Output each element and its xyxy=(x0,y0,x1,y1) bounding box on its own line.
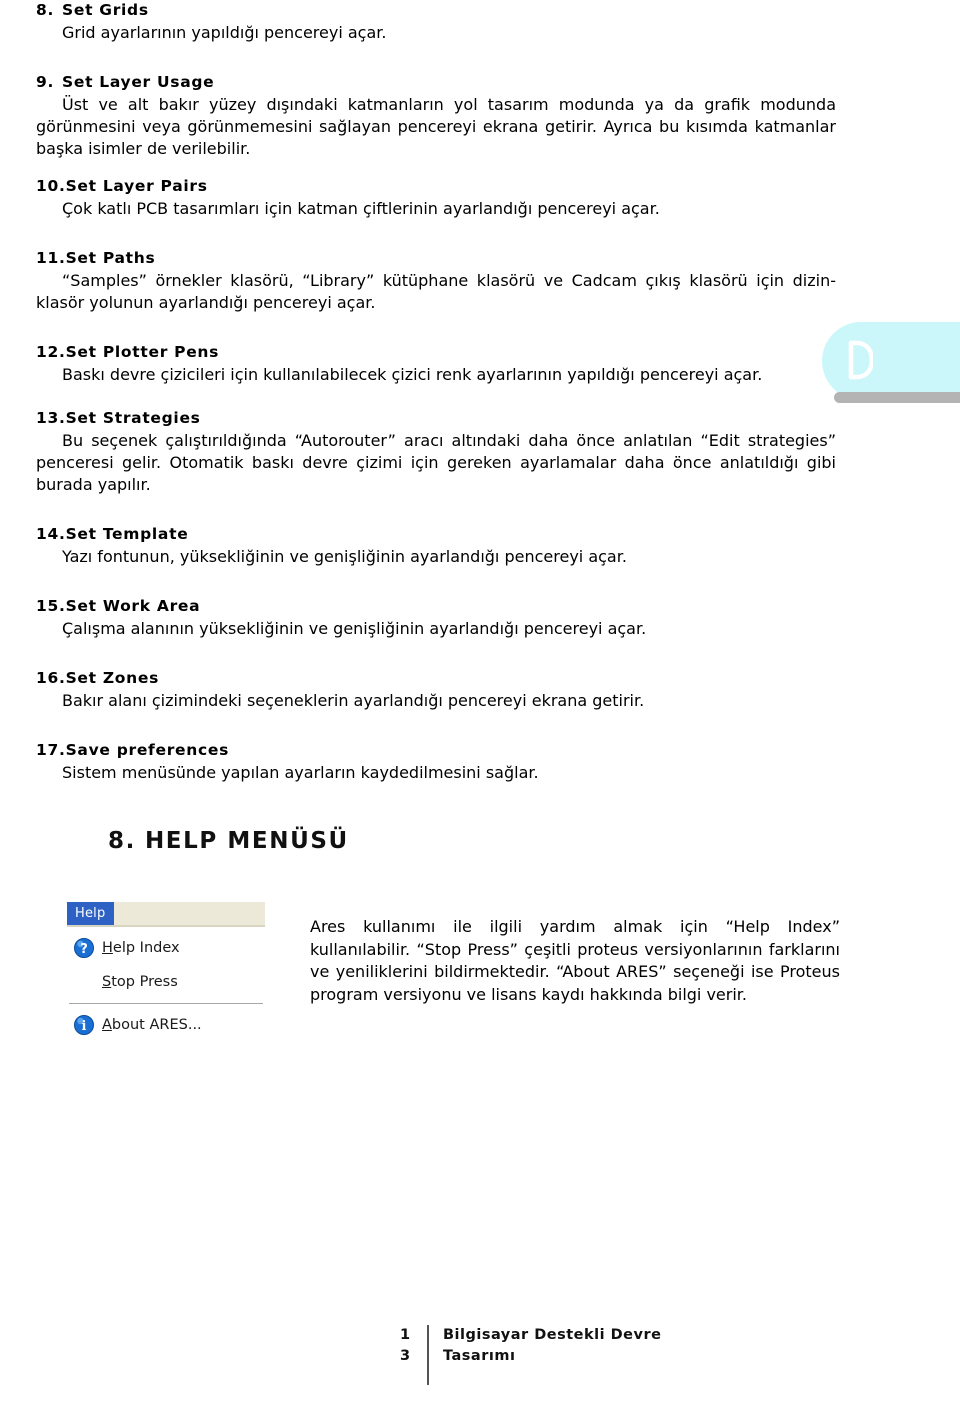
help-description-paragraph: Ares kullanımı ile ilgili yardım almak i… xyxy=(310,917,840,1005)
footer-title-line2: Tasarımı xyxy=(443,1348,516,1365)
section-heading: 16.Set Zones xyxy=(36,668,836,689)
menu-label-rest: elp Index xyxy=(112,940,180,956)
section-set-grids: 8. Set Grids Grid ayarlarının yapıldığı p… xyxy=(36,0,836,44)
menu-mnemonic: A xyxy=(102,1017,112,1033)
menu-titlebar-filler xyxy=(114,902,265,925)
section-number: 11. xyxy=(36,249,66,268)
section-number: 15. xyxy=(36,597,66,616)
footer-title-line1: Bilgisayar Destekli Devre xyxy=(443,1327,662,1343)
document-page: 8. Set Grids Grid ayarlarının yapıldığı p… xyxy=(0,0,960,1408)
section-number: 10. xyxy=(36,177,66,196)
section-set-layer-usage: 9. Set Layer Usage Üst ve alt bakır yüzey… xyxy=(36,72,836,160)
question-mark-icon: ? xyxy=(73,937,95,959)
menu-label-rest: bout ARES... xyxy=(111,1017,202,1033)
svg-text:i: i xyxy=(82,1019,87,1034)
section-number: 13. xyxy=(36,409,66,428)
watermark-blob-shadow xyxy=(834,392,960,403)
menu-label-rest: top Press xyxy=(111,974,178,990)
no-icon-placeholder xyxy=(73,971,95,993)
section-body: Yazı fontunun, yüksekliğinin ve genişliğ… xyxy=(62,547,627,567)
section-heading: 9. Set Layer Usage xyxy=(36,72,836,93)
section-title: Set Layer Pairs xyxy=(65,177,208,196)
section-heading: 15.Set Work Area xyxy=(36,596,836,617)
watermark-blob xyxy=(822,322,960,400)
section-title: Set Paths xyxy=(65,249,156,268)
menu-item-label: About ARES... xyxy=(102,1017,202,1033)
section-heading: 13.Set Strategies xyxy=(36,408,836,429)
info-icon: i xyxy=(73,1014,95,1036)
menu-mnemonic: S xyxy=(102,974,112,990)
section-title: Set Strategies xyxy=(65,409,201,428)
section-set-paths: 11.Set Paths “Samples” örnekler klasörü,… xyxy=(36,248,836,314)
section-body: Bakır alanı çizimindeki seçeneklerin aya… xyxy=(62,691,645,711)
section-body: Çalışma alanının yüksekliğinin ve genişl… xyxy=(62,619,647,639)
section-title: Set Grids xyxy=(62,1,149,19)
footer-page-digit-bottom: 3 xyxy=(399,1348,411,1365)
section-title: Save preferences xyxy=(65,741,230,760)
section-set-zones: 16.Set Zones Bakır alanı çizimindeki seç… xyxy=(36,668,836,712)
section-body: “Samples” örnekler klasörü, “Library” kü… xyxy=(36,271,836,313)
section-title: Set Plotter Pens xyxy=(65,343,220,362)
section-save-preferences: 17.Save preferences Sistem menüsünde yap… xyxy=(36,740,836,784)
menu-titlebar: Help xyxy=(67,902,265,925)
menu-separator xyxy=(69,1003,263,1004)
section-title: Set Template xyxy=(65,525,189,544)
section-body: Sistem menüsünde yapılan ayarların kayde… xyxy=(62,763,539,783)
menu-mnemonic: H xyxy=(102,940,113,956)
menu-item-stop-press[interactable]: Stop Press xyxy=(67,965,265,999)
page-footer: 1 3 Bilgisayar Destekli Devre Tasarımı xyxy=(395,1325,661,1385)
section-heading: 11.Set Paths xyxy=(36,248,836,269)
footer-page-digit-top: 1 xyxy=(399,1327,411,1343)
watermark-d-letter-icon xyxy=(847,340,873,380)
section-number: 14. xyxy=(36,525,66,544)
chapter-title: HELP MENÜSÜ xyxy=(144,828,349,854)
section-body: Grid ayarlarının yapıldığı pencereyi aça… xyxy=(62,22,387,42)
footer-page-number: 1 3 xyxy=(395,1325,415,1367)
menu-item-label: Stop Press xyxy=(102,974,178,990)
menu-title-help[interactable]: Help xyxy=(67,902,115,925)
menu-item-about-ares[interactable]: i About ARES... xyxy=(67,1008,265,1042)
help-menu-screenshot: Help ? Help Index Stop Press i About ARE… xyxy=(67,902,265,1046)
section-title: Set Zones xyxy=(65,669,160,688)
main-text-column: 8. Set Grids Grid ayarlarının yapıldığı p… xyxy=(36,0,836,792)
menu-item-label: Help Index xyxy=(102,940,180,956)
chapter-heading: 8. HELP MENÜSÜ xyxy=(108,828,349,854)
section-set-plotter-pens: 12.Set Plotter Pens Baskı devre çizicile… xyxy=(36,342,836,386)
section-number: 16. xyxy=(36,669,66,688)
section-set-strategies: 13.Set Strategies Bu seçenek çalıştırıld… xyxy=(36,408,836,496)
section-body: Baskı devre çizicileri için kullanılabil… xyxy=(62,365,763,385)
section-number: 8. xyxy=(36,1,55,19)
section-number: 17. xyxy=(36,741,66,760)
section-heading: 12.Set Plotter Pens xyxy=(36,342,836,363)
section-heading: 17.Save preferences xyxy=(36,740,836,761)
section-number: 9. xyxy=(36,73,55,91)
chapter-number: 8. xyxy=(108,828,136,854)
section-set-work-area: 15.Set Work Area Çalışma alanının yüksek… xyxy=(36,596,836,640)
section-body: Çok katlı PCB tasarımları için katman çi… xyxy=(62,199,660,219)
footer-divider xyxy=(427,1325,429,1385)
section-body: Bu seçenek çalıştırıldığında “Autorouter… xyxy=(36,431,836,495)
section-number: 12. xyxy=(36,343,66,362)
section-body: Üst ve alt bakır yüzey dışındaki katmanl… xyxy=(36,94,836,159)
section-heading: 10.Set Layer Pairs xyxy=(36,176,836,197)
menu-item-help-index[interactable]: ? Help Index xyxy=(67,931,265,965)
section-set-template: 14.Set Template Yazı fontunun, yüksekliğ… xyxy=(36,524,836,568)
section-title: Set Layer Usage xyxy=(62,73,215,91)
footer-title: Bilgisayar Destekli Devre Tasarımı xyxy=(443,1325,661,1367)
svg-text:?: ? xyxy=(80,942,88,957)
menu-body: ? Help Index Stop Press i About ARES... xyxy=(67,927,265,1046)
section-set-layer-pairs: 10.Set Layer Pairs Çok katlı PCB tasarım… xyxy=(36,176,836,220)
section-heading: 8. Set Grids xyxy=(36,0,836,21)
section-title: Set Work Area xyxy=(65,597,201,616)
section-heading: 14.Set Template xyxy=(36,524,836,545)
